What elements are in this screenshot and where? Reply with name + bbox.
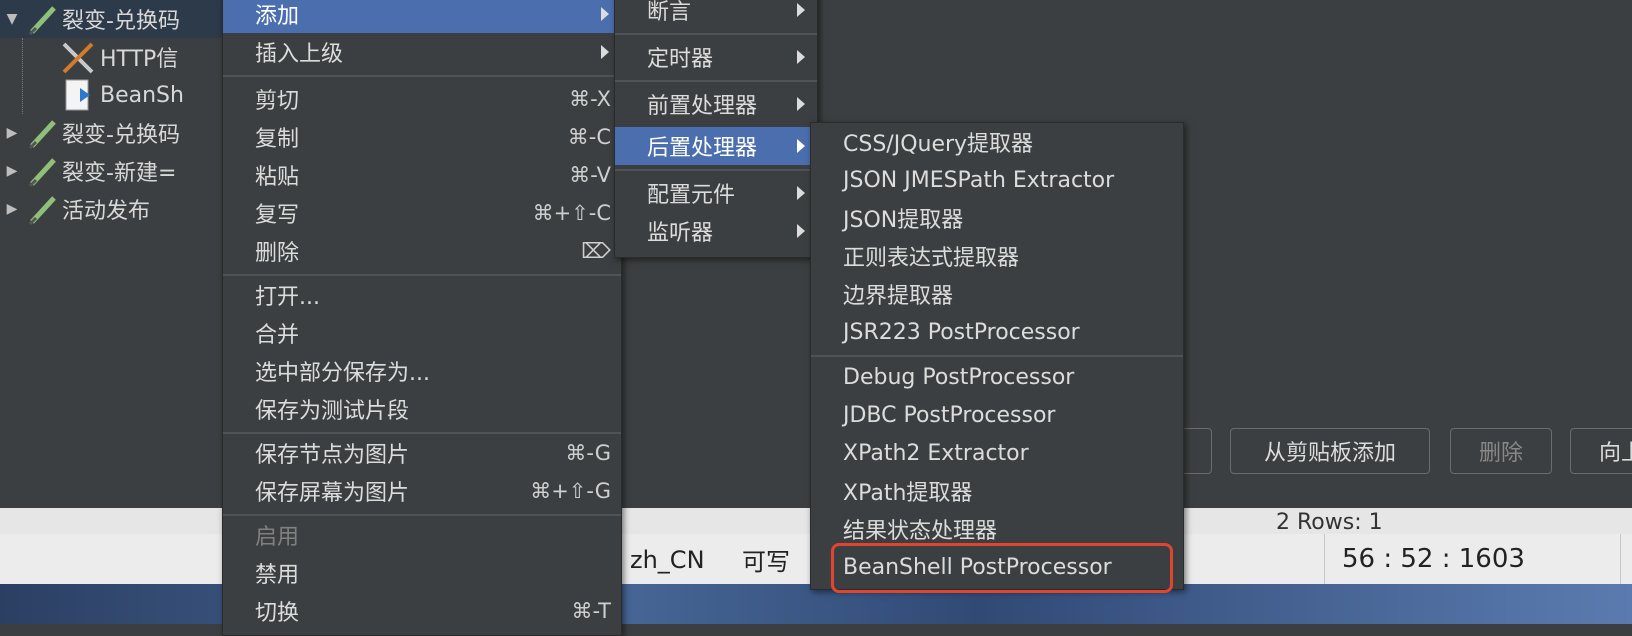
- tree-item-beanshell[interactable]: BeanSh: [0, 76, 230, 114]
- status-divider: [1324, 534, 1325, 584]
- expand-down-icon[interactable]: ▼: [0, 11, 24, 27]
- pipette-icon: [24, 116, 62, 150]
- menu-item-cut[interactable]: 剪切 ⌘-X: [223, 80, 621, 118]
- submenu-arrow-icon: [797, 97, 805, 111]
- submenu-arrow-icon: [797, 139, 805, 153]
- tree-item-http[interactable]: HTTP信: [0, 38, 230, 76]
- menu-item-postprocessor[interactable]: 后置处理器: [615, 127, 817, 165]
- menu-item-config-element[interactable]: 配置元件: [615, 174, 817, 212]
- context-menu: 添加 插入上级 剪切 ⌘-X 复制 ⌘-C 粘贴 ⌘-V 复写 ⌘+⇧-C 删除 ⌦ 打开…: [222, 0, 622, 636]
- menu-separator: [615, 80, 817, 82]
- menu-item-delete[interactable]: 删除 ⌦: [223, 232, 621, 270]
- expand-right-icon[interactable]: ▶: [0, 201, 24, 217]
- submenu-arrow-icon: [797, 186, 805, 200]
- tree-item-fission-redeem-1[interactable]: ▼ 裂变-兑换码: [0, 0, 230, 38]
- delete-key-icon: ⌦: [581, 239, 611, 263]
- tree-item-label: 裂变-兑换码: [62, 123, 180, 148]
- menu-item-duplicate[interactable]: 复写 ⌘+⇧-C: [223, 194, 621, 232]
- submenu-arrow-icon: [797, 224, 805, 238]
- menu-item-xpath2-extractor[interactable]: XPath2 Extractor: [811, 434, 1183, 472]
- menu-separator: [615, 33, 817, 35]
- pipette-icon: [24, 2, 62, 36]
- menu-item-disable[interactable]: 禁用: [223, 554, 621, 592]
- tree-item-label: BeanSh: [100, 82, 184, 108]
- expand-right-icon[interactable]: ▶: [0, 163, 24, 179]
- paste-add-button[interactable]: 从剪贴板添加: [1230, 428, 1430, 474]
- postprocessor-submenu: CSS/JQuery提取器 JSON JMESPath Extractor JS…: [810, 122, 1184, 590]
- menu-item-json-jmespath-extractor[interactable]: JSON JMESPath Extractor: [811, 161, 1183, 199]
- menu-item-boundary-extractor[interactable]: 边界提取器: [811, 275, 1183, 313]
- menu-item-preprocessor[interactable]: 前置处理器: [615, 85, 817, 123]
- menu-item-insert-parent[interactable]: 插入上级: [223, 33, 621, 71]
- menu-item-json-extractor[interactable]: JSON提取器: [811, 199, 1183, 237]
- script-icon: [56, 78, 100, 112]
- menu-item-jdbc-postprocessor[interactable]: JDBC PostProcessor: [811, 396, 1183, 434]
- menu-item-paste[interactable]: 粘贴 ⌘-V: [223, 156, 621, 194]
- submenu-arrow-icon: [601, 7, 609, 21]
- menu-item-css-jquery-extractor[interactable]: CSS/JQuery提取器: [811, 123, 1183, 161]
- menu-item-add[interactable]: 添加: [223, 0, 621, 33]
- move-up-button[interactable]: 向上: [1570, 428, 1632, 474]
- menu-item-xpath-extractor[interactable]: XPath提取器: [811, 472, 1183, 510]
- menu-item-save-as-fragment[interactable]: 保存为测试片段: [223, 390, 621, 428]
- menu-item-open[interactable]: 打开...: [223, 276, 621, 314]
- menu-item-regex-extractor[interactable]: 正则表达式提取器: [811, 237, 1183, 275]
- menu-separator: [223, 75, 621, 77]
- rows-count: 2 Rows: 1: [1276, 510, 1383, 535]
- tree-item-activity-publish[interactable]: ▶ 活动发布: [0, 190, 230, 228]
- tree-item-fission-new[interactable]: ▶ 裂变-新建=: [0, 152, 230, 190]
- tree-item-label: 活动发布: [62, 199, 151, 224]
- pipette-icon: [24, 154, 62, 188]
- tools-icon: [56, 40, 100, 74]
- menu-item-save-node-image[interactable]: 保存节点为图片 ⌘-G: [223, 434, 621, 472]
- tree-item-label: HTTP信: [100, 47, 179, 72]
- cursor-position: 56 : 52 : 1603: [1342, 544, 1525, 574]
- add-submenu: 断言 定时器 前置处理器 后置处理器 配置元件 监听器: [614, 0, 818, 258]
- tree-item-fission-redeem-2[interactable]: ▶ 裂变-兑换码: [0, 114, 230, 152]
- menu-item-listener[interactable]: 监听器: [615, 212, 817, 250]
- submenu-arrow-icon: [797, 50, 805, 64]
- tree-item-label: 裂变-新建=: [62, 161, 177, 186]
- menu-item-toggle[interactable]: 切换 ⌘-T: [223, 592, 621, 630]
- menu-separator: [615, 169, 817, 171]
- menu-item-save-selection-as[interactable]: 选中部分保存为...: [223, 352, 621, 390]
- expand-right-icon[interactable]: ▶: [0, 125, 24, 141]
- menu-item-timer[interactable]: 定时器: [615, 38, 817, 76]
- tree-item-label: 裂变-兑换码: [62, 9, 180, 34]
- menu-separator: [811, 355, 1183, 357]
- menu-item-save-screen-image[interactable]: 保存屏幕为图片 ⌘+⇧-G: [223, 472, 621, 510]
- menu-item-debug-postprocessor[interactable]: Debug PostProcessor: [811, 358, 1183, 396]
- menu-item-assertion[interactable]: 断言: [615, 0, 817, 29]
- status-divider: [1620, 534, 1621, 584]
- test-plan-tree: ▼ 裂变-兑换码 HTTP信 BeanSh ▶ 裂变-兑换码 ▶ 裂变-新建= …: [0, 0, 230, 508]
- writable-indicator: 可写: [742, 548, 790, 576]
- menu-item-jsr223-postprocessor[interactable]: JSR223 PostProcessor: [811, 313, 1183, 351]
- annotation-highlight-box: [831, 543, 1173, 593]
- menu-item-merge[interactable]: 合并: [223, 314, 621, 352]
- delete-button[interactable]: 删除: [1450, 428, 1552, 474]
- locale-indicator: zh_CN: [630, 546, 705, 574]
- submenu-arrow-icon: [797, 3, 805, 17]
- submenu-arrow-icon: [601, 45, 609, 59]
- menu-item-copy[interactable]: 复制 ⌘-C: [223, 118, 621, 156]
- menu-item-enable: 启用: [255, 525, 300, 550]
- pipette-icon: [24, 192, 62, 226]
